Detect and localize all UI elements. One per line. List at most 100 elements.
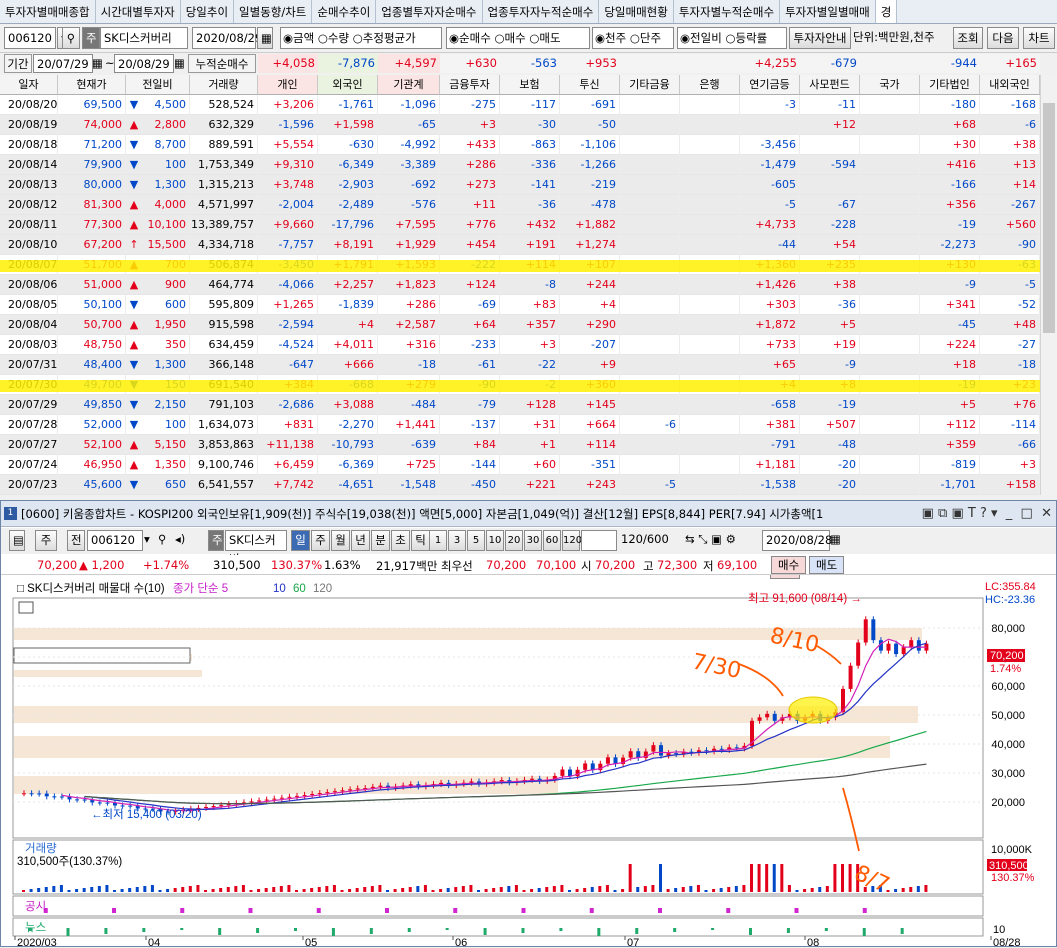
- calendar-icon[interactable]: ▦: [174, 54, 185, 73]
- radio-amount[interactable]: ◉금액: [283, 31, 314, 45]
- col-header[interactable]: 국가: [860, 75, 920, 95]
- radio-avg[interactable]: ○추정평균가: [353, 31, 416, 45]
- col-header[interactable]: 외국인: [318, 75, 378, 95]
- col-header[interactable]: 전일비: [126, 75, 190, 95]
- window-controls[interactable]: ▣ ⧉ ▣ T ? ▾ _ □ ✕: [922, 501, 1052, 527]
- radio-qty[interactable]: ○수량: [318, 31, 349, 45]
- table-row[interactable]: 20/07/27 52,100 ▲ 5,150 3,853,863 +11,138 -10,…: [0, 435, 1040, 455]
- candle-chart[interactable]: 80,00070,00060,00050,00040,00030,00020,0…: [1, 576, 1056, 948]
- tab-item[interactable]: 당일매매현황: [599, 0, 674, 23]
- next-button[interactable]: 다음: [987, 27, 1019, 49]
- scroll-thumb[interactable]: [1043, 103, 1055, 333]
- col-header[interactable]: 투신: [560, 75, 620, 95]
- period-to-input[interactable]: 20/08/29: [114, 54, 174, 73]
- search-button[interactable]: 조회: [953, 27, 983, 49]
- search-icon[interactable]: ⚲: [62, 27, 80, 49]
- sell-button[interactable]: 매도: [809, 556, 845, 574]
- table-row[interactable]: 20/07/30 49,700 ▼ 150 691,540 +384 -668 +279 -90…: [0, 375, 1040, 395]
- radio-rate[interactable]: ○등락률: [725, 31, 767, 45]
- dropdown-icon[interactable]: ▾: [144, 530, 150, 551]
- col-header[interactable]: 내외국인: [980, 75, 1040, 95]
- table-scrollbar[interactable]: [1040, 75, 1057, 495]
- table-row[interactable]: 20/08/13 80,000 ▼ 1,300 1,315,213 +3,748 -2,90…: [0, 175, 1040, 195]
- interval-button[interactable]: 5: [467, 530, 485, 551]
- tab-item[interactable]: 당일추이: [181, 0, 235, 23]
- calendar-icon[interactable]: ▦: [830, 530, 841, 551]
- table-row[interactable]: 20/08/06 51,000 ▲ 900 464,774 -4,066 +2,257 +1,…: [0, 275, 1040, 295]
- tool-icons[interactable]: ⇆ ⤡ ▣ ⚙: [685, 530, 736, 551]
- tab-item[interactable]: 경: [875, 0, 898, 23]
- col-header[interactable]: 금융투자: [440, 75, 500, 95]
- sound-icon[interactable]: ◂): [175, 530, 185, 551]
- table-row[interactable]: 20/07/23 45,600 ▼ 650 6,541,557 +7,742 -4,651-…: [0, 475, 1040, 495]
- interval-button[interactable]: 60: [543, 530, 561, 551]
- table-row[interactable]: 20/08/10 67,200 ↑ 15,500 4,334,718 -7,757 +8,1…: [0, 235, 1040, 255]
- table-row[interactable]: 20/08/18 71,200 ▼ 8,700 889,591 +5,554 -630 -4,…: [0, 135, 1040, 155]
- col-header[interactable]: 현재가: [58, 75, 126, 95]
- col-header[interactable]: 개인: [258, 75, 318, 95]
- chart-button[interactable]: 차트: [1023, 27, 1055, 49]
- table-row[interactable]: 20/07/28 52,000 ▼ 100 1,634,073 +831 -2,270 +1,…: [0, 415, 1040, 435]
- table-row[interactable]: 20/08/14 79,900 ▼ 100 1,753,349 +9,310 -6,349-…: [0, 155, 1040, 175]
- period-button[interactable]: 주: [311, 530, 330, 551]
- calendar-icon[interactable]: ▦: [257, 27, 273, 49]
- col-header[interactable]: 기타법인: [920, 75, 980, 95]
- interval-button[interactable]: 120: [562, 530, 582, 551]
- col-header[interactable]: 연기금등: [740, 75, 800, 95]
- period-button[interactable]: 월: [331, 530, 350, 551]
- col-header[interactable]: 보험: [500, 75, 560, 95]
- tab-item[interactable]: 시간대별투자자: [96, 0, 181, 23]
- stock-code-input[interactable]: 006120: [4, 27, 56, 49]
- count-select[interactable]: [581, 530, 617, 551]
- tab-item[interactable]: 투자자별매매종합: [0, 0, 96, 23]
- col-header[interactable]: 사모펀드: [800, 75, 860, 95]
- prev-type-button[interactable]: 전: [67, 530, 85, 551]
- tab-item[interactable]: 일별동향/차트: [234, 0, 313, 23]
- tab-item[interactable]: 업종투자자누적순매수: [483, 0, 600, 23]
- interval-button[interactable]: 10: [486, 530, 504, 551]
- col-header[interactable]: 거래량: [190, 75, 258, 95]
- radio-sell[interactable]: ○매도: [529, 31, 560, 45]
- table-row[interactable]: 20/08/19 74,000 ▲ 2,800 632,329 -1,596 +1,598-…: [0, 115, 1040, 135]
- buy-button-2[interactable]: 매수: [771, 556, 807, 574]
- tab-item[interactable]: 업종별투자자순매수: [376, 0, 483, 23]
- search-icon[interactable]: ⚲: [158, 530, 166, 551]
- market-select[interactable]: 주: [35, 530, 57, 551]
- tab-item[interactable]: 투자자별누적순매수: [674, 0, 781, 23]
- radio-buy[interactable]: ○매수: [494, 31, 525, 45]
- calendar-icon[interactable]: ▦: [92, 54, 103, 73]
- table-row[interactable]: 20/07/31 48,400 ▼ 1,300 366,148 -647 +666 -18 -6…: [0, 355, 1040, 375]
- col-header[interactable]: 기타금융: [620, 75, 680, 95]
- period-button[interactable]: 분: [371, 530, 390, 551]
- table-row[interactable]: 20/08/05 50,100 ▼ 600 595,809 +1,265 -1,839 +28…: [0, 295, 1040, 315]
- radio-single[interactable]: ○단주: [630, 31, 661, 45]
- table-row[interactable]: 20/08/11 77,300 ▲ 10,100 13,389,757 +9,660 -17…: [0, 215, 1040, 235]
- col-header[interactable]: 은행: [680, 75, 740, 95]
- tab-item[interactable]: 투자자별일별매매: [780, 0, 876, 23]
- table-row[interactable]: 20/08/07 51,700 ▲ 700 506,874 -3,450 +1,791 +1,…: [0, 255, 1040, 275]
- investor-guide-button[interactable]: 투자자안내: [789, 27, 851, 49]
- interval-button[interactable]: 3: [448, 530, 466, 551]
- period-button[interactable]: 초: [391, 530, 410, 551]
- tab-item[interactable]: 순매수추이: [312, 0, 377, 23]
- volume-panel[interactable]: [12, 839, 984, 895]
- radio-prev[interactable]: ◉전일비: [680, 31, 722, 45]
- table-row[interactable]: 20/08/20 69,500 ▼ 4,500 528,524 +3,206 -1,761-…: [0, 95, 1040, 115]
- period-button[interactable]: 년: [351, 530, 370, 551]
- layout-icon[interactable]: ▤: [9, 530, 25, 551]
- period-button[interactable]: 일: [291, 530, 310, 551]
- period-from-input[interactable]: 20/07/29: [33, 54, 93, 73]
- date-input[interactable]: 2020/08/29: [192, 27, 262, 49]
- radio-net[interactable]: ◉순매수: [449, 31, 491, 45]
- table-row[interactable]: 20/07/24 46,950 ▲ 1,350 9,100,746 +6,459 -6,36…: [0, 455, 1040, 475]
- interval-button[interactable]: 1: [429, 530, 447, 551]
- table-row[interactable]: 20/08/03 48,750 ▲ 350 634,459 -4,524 +4,011 +31…: [0, 335, 1040, 355]
- table-row[interactable]: 20/08/04 50,700 ▲ 1,950 915,598 -2,594 +4 +2,58…: [0, 315, 1040, 335]
- interval-button[interactable]: 30: [524, 530, 542, 551]
- col-header[interactable]: 일자: [0, 75, 58, 95]
- table-row[interactable]: 20/07/29 49,850 ▼ 2,150 791,103 -2,686 +3,088-…: [0, 395, 1040, 415]
- col-header[interactable]: 기관계: [378, 75, 440, 95]
- period-button[interactable]: 틱: [411, 530, 430, 551]
- radio-thousand[interactable]: ◉천주: [595, 31, 626, 45]
- chart-date-input[interactable]: 2020/08/28: [762, 530, 832, 551]
